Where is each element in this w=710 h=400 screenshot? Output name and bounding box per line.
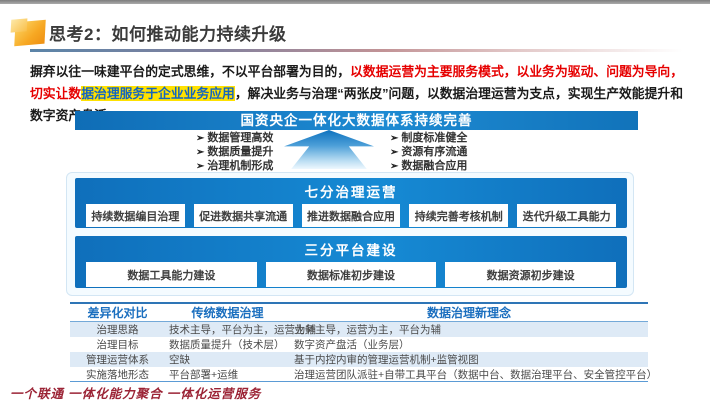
platform-item: 数据标准初步建设 xyxy=(266,262,437,287)
window-top-edge xyxy=(0,0,710,4)
governance-items: 持续数据编目治理 促进数据共享流通 推进数据融合应用 持续完善考核机制 迭代升级… xyxy=(75,201,627,227)
intro-text-blue-highlight: 据治理服务于企业业务应用 xyxy=(81,86,235,101)
traditional-cell: 空缺 xyxy=(165,352,290,367)
new-concept-cell: 数字资产盘活（业务层） xyxy=(290,337,648,352)
column-header: 传统数据治理 xyxy=(165,304,290,321)
bullet-label: 制度标准健全 xyxy=(401,132,467,144)
comparison-table: 差异化对比 传统数据治理 数据治理新理念 治理思路 技术主导，平台为主，运营为辅… xyxy=(70,302,648,382)
title-divider xyxy=(30,49,710,52)
comparison-table-header: 差异化对比 传统数据治理 数据治理新理念 xyxy=(70,302,648,322)
governance-item: 持续完善考核机制 xyxy=(409,204,508,227)
list-item: ➢资源有序流通 xyxy=(390,146,467,160)
table-row: 治理目标 数据质量提升（技术层） 数字资产盘活（业务层） xyxy=(70,337,648,352)
platform-items: 数据工具能力建设 数据标准初步建设 数据资源初步建设 xyxy=(75,259,627,287)
logo-light-shape xyxy=(11,18,28,32)
new-concept-cell: 治理运营团队派驻+自带工具平台（数据中台、数据治理平台、安全管控平台） xyxy=(290,367,657,382)
row-label: 实施落地形态 xyxy=(70,367,165,382)
arrow-bullet-icon: ➢ xyxy=(196,147,204,158)
traditional-cell: 技术主导，平台为主，运营为辅 xyxy=(165,322,290,337)
bullet-label: 数据质量提升 xyxy=(207,146,273,158)
traditional-cell: 平台部署+运维 xyxy=(165,367,290,382)
left-bullet-list: ➢数据管理高效 ➢数据质量提升 ➢治理机制形成 xyxy=(196,132,273,174)
platform-item: 数据工具能力建设 xyxy=(86,262,257,287)
comparison-table-body: 治理思路 技术主导，平台为主，运营为辅 业务主导，运营为主，平台为辅 治理目标 … xyxy=(70,322,648,382)
governance-item: 迭代升级工具能力 xyxy=(517,204,616,227)
governance-section: 七分治理运营 持续数据编目治理 促进数据共享流通 推进数据融合应用 持续完善考核… xyxy=(75,178,627,228)
governance-item: 推进数据融合应用 xyxy=(302,204,401,227)
arrow-bullet-icon: ➢ xyxy=(390,161,398,172)
footer-slogan: 一个联通 一体化能力聚合 一体化运营服务 xyxy=(10,383,261,400)
bullet-label: 资源有序流通 xyxy=(401,146,467,158)
table-row: 治理思路 技术主导，平台为主，运营为辅 业务主导，运营为主，平台为辅 xyxy=(70,322,648,337)
table-row: 管理运营体系 空缺 基于内控内审的管理运营机制+监管视图 xyxy=(70,352,648,367)
list-item: ➢数据管理高效 xyxy=(196,132,273,146)
platform-section-title: 三分平台建设 xyxy=(75,236,627,259)
top-banner: 国资央企一体化大数据体系持续完善 xyxy=(75,111,638,130)
new-concept-cell: 基于内控内审的管理运营机制+监管视图 xyxy=(290,352,648,367)
right-bullet-list: ➢制度标准健全 ➢资源有序流通 ➢数据融合应用 xyxy=(390,132,467,174)
arrow-bullet-icon: ➢ xyxy=(390,147,398,158)
arrow-bullet-icon: ➢ xyxy=(196,133,204,144)
row-label: 管理运营体系 xyxy=(70,352,165,367)
arrow-bullet-icon: ➢ xyxy=(390,133,398,144)
up-arrow-icon xyxy=(284,130,374,169)
governance-section-title: 七分治理运营 xyxy=(75,178,627,201)
column-header: 数据治理新理念 xyxy=(290,304,648,321)
page-title: 思考2：如何推动能力持续升级 xyxy=(49,20,286,45)
presentation-slide: 思考2：如何推动能力持续升级 摒弃以往一味建平台的定式思维，不以平台部署为目的，… xyxy=(0,0,710,400)
intro-text-black-1: 摒弃以往一味建平台的定式思维，不以平台部署为目的， xyxy=(30,64,350,79)
platform-item: 数据资源初步建设 xyxy=(445,262,616,287)
list-item: ➢制度标准健全 xyxy=(390,132,467,146)
governance-item: 促进数据共享流通 xyxy=(194,204,293,227)
platform-section: 三分平台建设 数据工具能力建设 数据标准初步建设 数据资源初步建设 xyxy=(75,236,627,288)
bullet-label: 数据管理高效 xyxy=(207,132,273,144)
traditional-cell: 数据质量提升（技术层） xyxy=(165,337,290,352)
column-header: 差异化对比 xyxy=(70,304,165,321)
bullet-label: 治理机制形成 xyxy=(207,160,273,172)
list-item: ➢数据质量提升 xyxy=(196,146,273,160)
bullet-label: 数据融合应用 xyxy=(401,160,467,172)
row-label: 治理目标 xyxy=(70,337,165,352)
governance-item: 持续数据编目治理 xyxy=(86,204,185,227)
new-concept-cell: 业务主导，运营为主，平台为辅 xyxy=(290,322,648,337)
arrow-bullet-icon: ➢ xyxy=(196,161,204,172)
slide-logo-icon xyxy=(11,19,49,47)
row-label: 治理思路 xyxy=(70,322,165,337)
table-row: 实施落地形态 平台部署+运维 治理运营团队派驻+自带工具平台（数据中台、数据治理… xyxy=(70,367,648,382)
